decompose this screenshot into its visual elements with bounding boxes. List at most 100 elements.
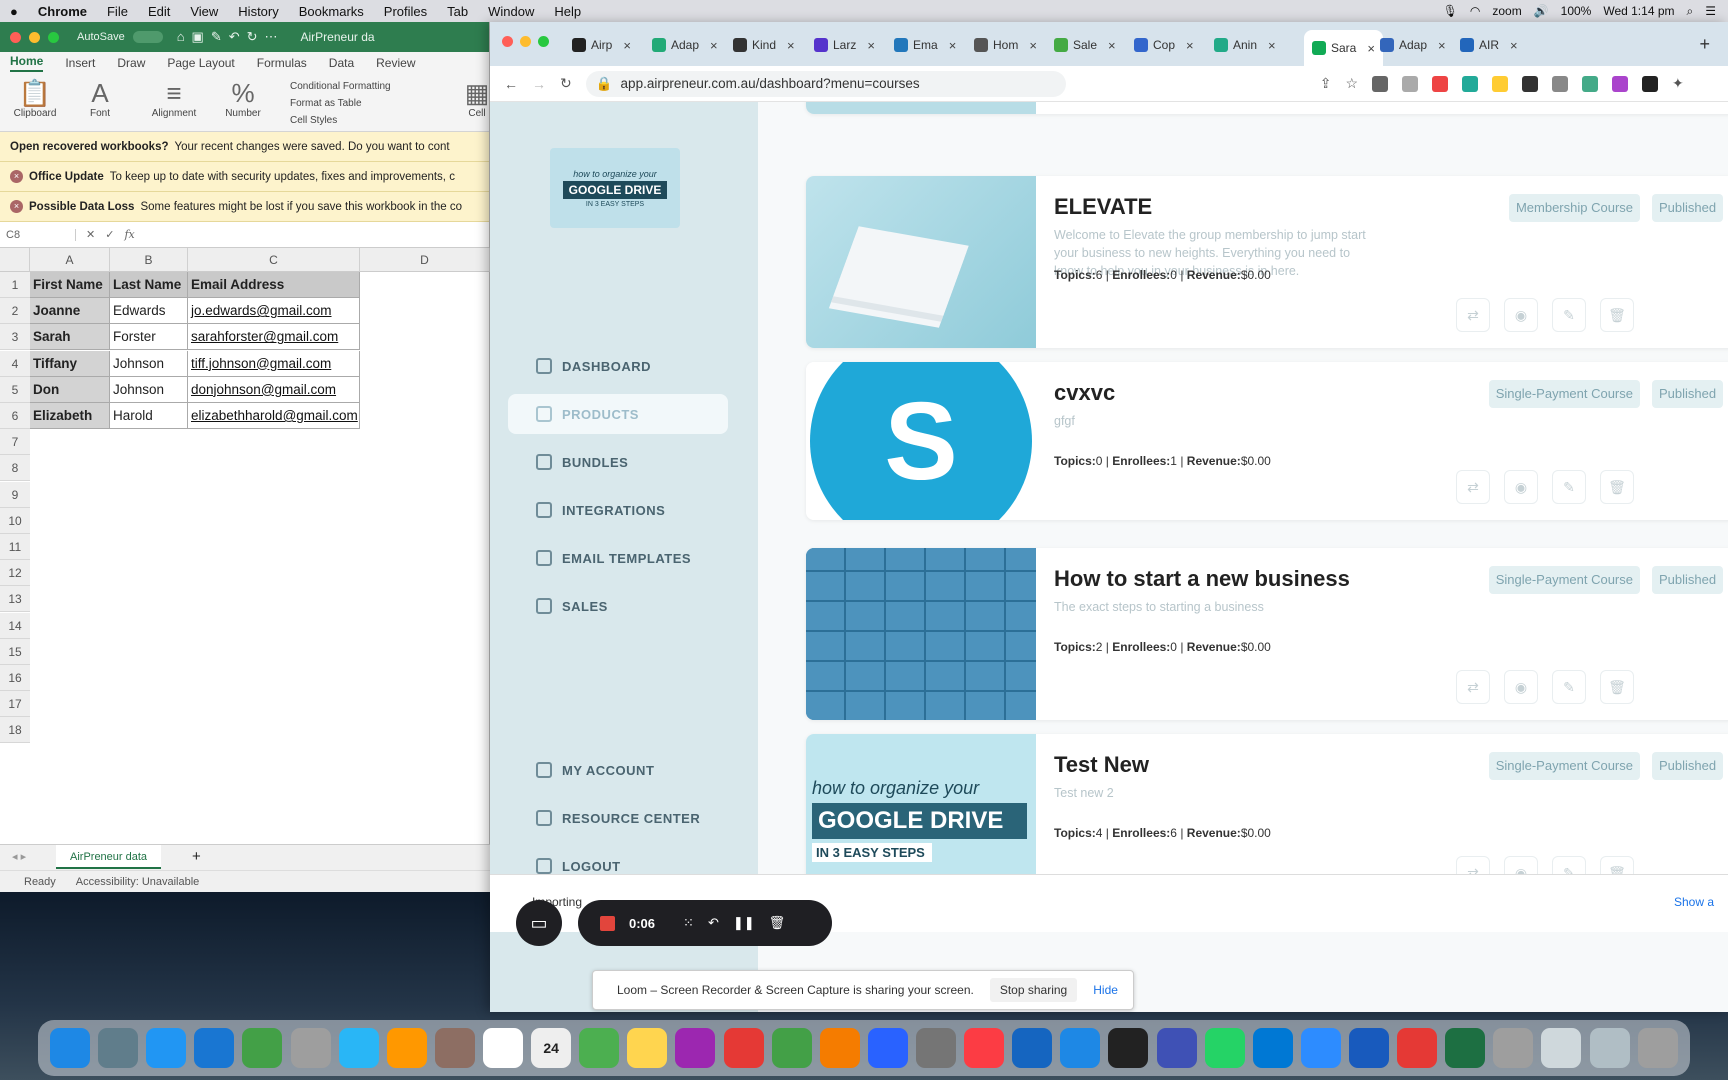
- edit-icon[interactable]: ✎: [1552, 670, 1586, 704]
- forward-icon[interactable]: →: [532, 76, 546, 92]
- extension-icon[interactable]: [1642, 75, 1659, 92]
- microphone-icon[interactable]: 🎙: [1443, 4, 1458, 18]
- new-tab-button[interactable]: +: [1699, 34, 1710, 55]
- extensions-puzzle-icon[interactable]: ✦: [1672, 75, 1684, 92]
- edit-icon[interactable]: ✎: [1552, 470, 1586, 504]
- dock-app-icon[interactable]: [579, 1028, 620, 1068]
- close-window-icon[interactable]: [10, 31, 21, 43]
- zoom-status[interactable]: zoom: [1492, 4, 1521, 18]
- clock[interactable]: Wed 1:14 pm: [1603, 4, 1674, 18]
- menu-file[interactable]: File: [107, 4, 128, 19]
- course-title[interactable]: How to start a new business: [1054, 566, 1350, 592]
- cells-group[interactable]: ▦ Cell: [464, 78, 490, 119]
- zoom-window-icon[interactable]: [48, 31, 59, 43]
- menu-tab[interactable]: Tab: [447, 4, 468, 19]
- dock-app-icon[interactable]: [1012, 1028, 1053, 1068]
- nav-products[interactable]: PRODUCTS: [508, 394, 728, 434]
- course-card[interactable]: ELEVATE Welcome to Elevate the group memb…: [806, 176, 1728, 348]
- preview-icon[interactable]: ◉: [1504, 298, 1538, 332]
- dock-app-icon[interactable]: [1589, 1028, 1630, 1068]
- extension-icon[interactable]: [1522, 75, 1539, 92]
- row-header[interactable]: 12: [0, 560, 30, 587]
- menu-window[interactable]: Window: [488, 4, 534, 19]
- close-tab-icon[interactable]: ×: [710, 38, 718, 53]
- header-cell[interactable]: First Name: [30, 272, 110, 298]
- dock-app-icon[interactable]: [964, 1028, 1005, 1068]
- row-header[interactable]: 7: [0, 429, 30, 456]
- column-header-a[interactable]: A: [30, 248, 110, 272]
- close-tab-icon[interactable]: ×: [1108, 38, 1116, 53]
- loom-camera-button[interactable]: ▭: [516, 900, 562, 946]
- browser-tab[interactable]: Hom ×: [974, 30, 1037, 60]
- delete-icon[interactable]: 🗑: [1600, 470, 1634, 504]
- address-bar[interactable]: 🔒 app.airpreneur.com.au/dashboard?menu=c…: [585, 70, 1066, 97]
- alignment-group[interactable]: ≡ Alignment: [146, 78, 202, 119]
- sheet-nav-arrows[interactable]: ◂ ▸: [12, 850, 26, 863]
- row-header[interactable]: 2: [0, 298, 30, 325]
- browser-tab[interactable]: Adap ×: [652, 30, 718, 60]
- settings-icon[interactable]: ⇄: [1456, 670, 1490, 704]
- dock-app-icon[interactable]: [1300, 1028, 1341, 1068]
- row-header[interactable]: 5: [0, 376, 30, 403]
- draw-grid-icon[interactable]: ⁙: [683, 915, 694, 931]
- dismiss-icon[interactable]: ×: [10, 200, 23, 213]
- menu-profiles[interactable]: Profiles: [384, 4, 427, 19]
- name-cell[interactable]: Tiffany: [30, 350, 110, 377]
- column-header-c[interactable]: C: [188, 248, 360, 272]
- menu-view[interactable]: View: [190, 4, 218, 19]
- clipboard-group[interactable]: 📋 Clipboard: [10, 78, 60, 119]
- extension-icon[interactable]: [1372, 75, 1389, 92]
- dock-app-icon[interactable]: [1060, 1028, 1101, 1068]
- header-cell[interactable]: Last Name: [110, 272, 188, 298]
- close-window-icon[interactable]: [502, 36, 513, 47]
- row-header[interactable]: 6: [0, 403, 30, 429]
- settings-icon[interactable]: ⇄: [1456, 298, 1490, 332]
- share-icon[interactable]: ⇪: [1320, 75, 1332, 92]
- name-cell[interactable]: Harold: [110, 403, 188, 429]
- apple-menu-icon[interactable]: ●: [10, 4, 18, 19]
- browser-tab[interactable]: Sara ×: [1304, 30, 1383, 66]
- browser-tab[interactable]: Airp ×: [572, 30, 631, 60]
- accessibility-status[interactable]: Accessibility: Unavailable: [76, 876, 200, 888]
- tab-insert[interactable]: Insert: [65, 56, 95, 70]
- pause-icon[interactable]: ❚❚: [733, 915, 755, 931]
- stop-sharing-button[interactable]: Stop sharing: [989, 978, 1078, 1002]
- number-group[interactable]: % Number: [220, 78, 266, 119]
- dock-app-icon[interactable]: [819, 1028, 860, 1068]
- name-cell[interactable]: Johnson: [110, 350, 188, 377]
- dock-app-icon[interactable]: [242, 1028, 283, 1068]
- row-header[interactable]: 17: [0, 691, 30, 718]
- nav-dashboard[interactable]: DASHBOARD: [536, 346, 746, 386]
- menu-app-chrome[interactable]: Chrome: [38, 4, 87, 19]
- name-cell[interactable]: Forster: [110, 324, 188, 351]
- tab-data[interactable]: Data: [329, 56, 354, 70]
- extension-icon[interactable]: [1432, 75, 1449, 92]
- row-header[interactable]: 14: [0, 612, 30, 639]
- formula-input[interactable]: [145, 226, 489, 244]
- dock-app-icon[interactable]: [675, 1028, 716, 1068]
- dock-app-icon[interactable]: [916, 1028, 957, 1068]
- dock-app-icon[interactable]: [627, 1028, 668, 1068]
- browser-tab[interactable]: Larz ×: [814, 30, 875, 60]
- wifi-icon[interactable]: ◠: [1470, 4, 1480, 18]
- format-as-table-button[interactable]: Format as Table: [290, 95, 391, 112]
- row-header[interactable]: 4: [0, 350, 30, 377]
- close-tab-icon[interactable]: ×: [1367, 41, 1375, 56]
- name-box[interactable]: C8: [6, 228, 76, 241]
- close-tab-icon[interactable]: ×: [1029, 38, 1037, 53]
- course-title[interactable]: ELEVATE: [1054, 194, 1152, 220]
- extension-icon[interactable]: [1402, 75, 1419, 92]
- menu-edit[interactable]: Edit: [148, 4, 170, 19]
- name-cell[interactable]: Johnson: [110, 376, 188, 403]
- dock-app-icon[interactable]: [1108, 1028, 1149, 1068]
- course-logo[interactable]: how to organize your GOOGLE DRIVE IN 3 E…: [550, 148, 680, 228]
- extension-icon[interactable]: [1612, 75, 1629, 92]
- browser-tab[interactable]: Cop ×: [1134, 30, 1194, 60]
- menu-help[interactable]: Help: [554, 4, 581, 19]
- nav-my-account[interactable]: MY ACCOUNT: [536, 750, 746, 790]
- dock-app-icon[interactable]: [867, 1028, 908, 1068]
- settings-icon[interactable]: ⇄: [1456, 470, 1490, 504]
- dock-app-icon[interactable]: [1252, 1028, 1293, 1068]
- browser-tab[interactable]: Anin ×: [1214, 30, 1276, 60]
- column-header-b[interactable]: B: [110, 248, 188, 272]
